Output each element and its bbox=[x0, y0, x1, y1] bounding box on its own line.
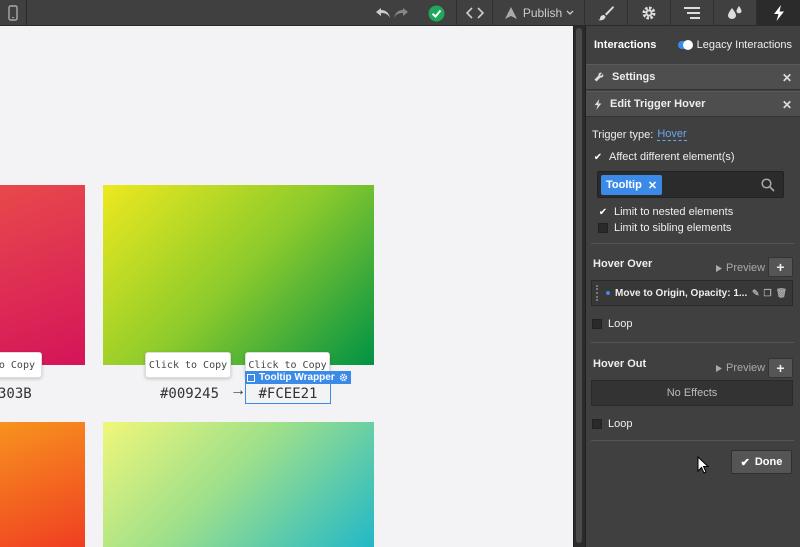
hex-code-label: 303B bbox=[0, 386, 32, 402]
mouse-cursor-icon bbox=[697, 456, 709, 474]
limit-sibling-checkbox[interactable]: Limit to sibling elements bbox=[598, 222, 731, 234]
element-box-icon bbox=[247, 373, 255, 382]
edit-trigger-section[interactable]: Edit Trigger Hover ✕ bbox=[586, 91, 800, 117]
play-icon bbox=[716, 264, 722, 272]
publish-icon bbox=[504, 7, 517, 19]
trigger-type-row: Trigger type: Hover bbox=[592, 128, 687, 141]
color-swatch-lime-teal bbox=[103, 422, 374, 547]
hover-out-title: Hover Out bbox=[593, 358, 647, 370]
gear-icon[interactable] bbox=[339, 373, 348, 382]
divider bbox=[591, 440, 794, 441]
affect-different-checkbox[interactable]: ✔ Affect different element(s) bbox=[593, 151, 735, 163]
settings-panel-tab[interactable] bbox=[627, 0, 670, 26]
checkmark-icon: ✔ bbox=[593, 151, 603, 163]
no-effects-placeholder: No Effects bbox=[591, 380, 793, 406]
trigger-type-link[interactable]: Hover bbox=[657, 128, 687, 141]
play-icon bbox=[716, 364, 722, 372]
publish-button[interactable]: Publish bbox=[492, 0, 584, 26]
code-icon bbox=[465, 7, 484, 19]
wrench-icon bbox=[594, 72, 604, 82]
close-icon[interactable]: ✕ bbox=[782, 71, 792, 85]
element-selector-input[interactable]: Tooltip ✕ bbox=[597, 171, 784, 198]
undo-icon[interactable] bbox=[375, 6, 391, 20]
checkmark-icon: ✔ bbox=[598, 206, 608, 218]
canvas-scrollbar[interactable] bbox=[573, 26, 584, 547]
navigator-icon bbox=[684, 7, 700, 19]
checkmark-icon: ✔ bbox=[740, 456, 750, 469]
loop-checkbox[interactable]: Loop bbox=[592, 318, 632, 330]
color-swatch-red bbox=[0, 185, 85, 365]
arrow-right-icon: → bbox=[230, 382, 246, 399]
duplicate-icon[interactable]: ❐ bbox=[763, 288, 771, 299]
lightning-icon bbox=[594, 98, 602, 110]
checkbox-empty bbox=[598, 223, 608, 233]
loop-checkbox[interactable]: Loop bbox=[592, 418, 632, 430]
swatches-panel-tab[interactable] bbox=[713, 0, 756, 26]
tooltip-wrapper-badge[interactable]: Tooltip Wrapper bbox=[245, 371, 351, 384]
remove-tag-icon[interactable]: ✕ bbox=[648, 179, 657, 192]
click-to-copy-button[interactable]: Click to Copy bbox=[145, 352, 231, 378]
action-controls: ✎ ❐ 🗑 bbox=[752, 288, 787, 299]
hover-over-title: Hover Over bbox=[593, 258, 653, 270]
drag-handle-icon[interactable] bbox=[596, 285, 604, 301]
settings-section[interactable]: Settings ✕ bbox=[586, 64, 800, 90]
checkbox-empty bbox=[592, 419, 602, 429]
trash-icon[interactable]: 🗑 bbox=[776, 288, 787, 299]
interactions-panel-tab[interactable] bbox=[756, 0, 800, 26]
bullet-icon bbox=[606, 291, 610, 295]
toggle-icon bbox=[677, 40, 693, 50]
selected-hex-element[interactable]: #FCEE21 bbox=[245, 383, 331, 404]
selected-class-tag[interactable]: Tooltip ✕ bbox=[601, 175, 663, 195]
navigator-panel-tab[interactable] bbox=[670, 0, 713, 26]
redo-icon[interactable] bbox=[393, 6, 409, 20]
add-action-button[interactable]: + bbox=[768, 358, 793, 378]
code-button[interactable] bbox=[456, 0, 492, 26]
color-swatch-orange bbox=[0, 422, 85, 547]
style-panel-tab[interactable] bbox=[584, 0, 627, 26]
search-icon[interactable] bbox=[761, 178, 775, 192]
device-icon bbox=[8, 5, 18, 21]
preview-button[interactable]: Preview bbox=[716, 362, 765, 374]
site-status-button[interactable] bbox=[420, 0, 452, 26]
wrench-icon[interactable]: ✎ bbox=[752, 288, 760, 299]
limit-nested-checkbox[interactable]: ✔ Limit to nested elements bbox=[598, 206, 733, 218]
hex-code-label: #009245 bbox=[160, 386, 220, 402]
divider bbox=[591, 243, 794, 244]
legacy-interactions-toggle[interactable]: Legacy Interactions bbox=[677, 39, 792, 51]
color-swatch-yellow-green bbox=[103, 185, 374, 365]
brush-icon bbox=[598, 6, 614, 21]
drops-icon bbox=[728, 6, 742, 19]
panel-title: Interactions bbox=[594, 39, 657, 51]
publish-label: Publish bbox=[522, 6, 563, 20]
panel-header: Interactions Legacy Interactions bbox=[586, 26, 800, 64]
device-button[interactable] bbox=[0, 0, 27, 26]
click-to-copy-button[interactable]: o Copy bbox=[0, 352, 42, 378]
top-toolbar: Publish bbox=[0, 0, 800, 26]
preview-button[interactable]: Preview bbox=[716, 262, 765, 274]
scroll-thumb[interactable] bbox=[576, 28, 582, 543]
action-list-item[interactable]: Move to Origin, Opacity: 1... ✎ ❐ 🗑 bbox=[591, 280, 793, 306]
check-status-icon bbox=[428, 5, 444, 21]
design-canvas[interactable]: o Copy Click to Copy Click to Copy 303B … bbox=[0, 26, 573, 547]
undo-redo-group bbox=[371, 0, 413, 26]
add-action-button[interactable]: + bbox=[768, 257, 793, 277]
chevron-down-icon bbox=[566, 10, 574, 15]
divider bbox=[591, 342, 794, 343]
lightning-icon bbox=[773, 5, 784, 21]
done-button[interactable]: ✔ Done bbox=[731, 450, 792, 474]
gear-icon bbox=[642, 6, 656, 20]
close-icon[interactable]: ✕ bbox=[782, 98, 792, 112]
checkbox-empty bbox=[592, 319, 602, 329]
